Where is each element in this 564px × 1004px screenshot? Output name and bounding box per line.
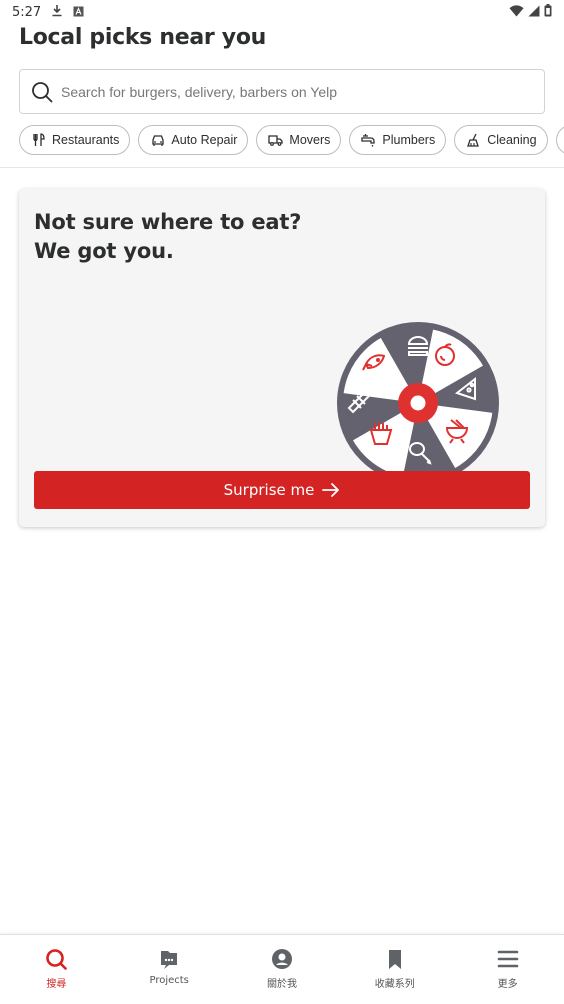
nav-label: 搜尋 [46,979,67,990]
battery-icon [544,4,552,20]
status-time: 5:27 [12,4,42,20]
chip-auto-repair[interactable]: Auto Repair [138,125,249,155]
search-box[interactable] [19,69,545,114]
nav-label: 更多 [497,979,518,990]
category-chips: Restaurants Auto Repair Movers Plumbers … [19,125,564,155]
chip-more[interactable]: 更 [555,125,564,155]
arrow-right-icon [322,481,340,499]
nav-search[interactable]: 搜尋 [0,935,113,1004]
projects-icon [157,947,181,971]
car-icon [150,133,165,148]
nav-label: 收藏系列 [374,979,415,990]
bottom-nav: 搜尋 Projects 關於我 收藏系列 更多 [0,934,564,1004]
search-icon [30,80,54,104]
bookmark-icon [383,947,407,971]
menu-icon [496,947,520,971]
chip-plumbers[interactable]: Plumbers [349,125,447,155]
chip-label: Restaurants [52,133,120,147]
truck-icon [268,133,284,148]
broom-icon [466,133,481,148]
signal-icon [528,5,540,20]
profile-icon [270,947,294,971]
nav-label: Projects [149,975,189,986]
surprise-me-button[interactable]: Surprise me [34,471,530,509]
header-divider [0,167,564,168]
card-title-line1: Not sure where to eat? [34,210,302,234]
status-bar: 5:27 [0,0,564,24]
card-title: Not sure where to eat? We got you. [34,208,301,266]
wifi-icon [509,4,524,20]
faucet-icon [361,133,376,148]
food-wheel [337,322,499,484]
chip-cleaning[interactable]: Cleaning [454,125,548,155]
nav-label: 關於我 [266,979,297,990]
fork-knife-icon [31,133,46,148]
nav-collections[interactable]: 收藏系列 [338,935,451,1004]
search-input[interactable] [61,83,521,100]
chip-label: Cleaning [487,133,537,147]
card-title-line2: We got you. [34,239,174,263]
a-letter-icon [73,5,84,20]
chip-restaurants[interactable]: Restaurants [19,125,131,155]
surprise-me-label: Surprise me [223,481,315,499]
surprise-card: Not sure where to eat? We got you. Surpr… [19,189,545,527]
download-icon [51,4,63,20]
search-icon [44,947,68,971]
chip-movers[interactable]: Movers [256,125,342,155]
chip-label: Auto Repair [171,133,238,147]
nav-about-me[interactable]: 關於我 [226,935,339,1004]
nav-projects[interactable]: Projects [113,935,226,1004]
chip-label: Plumbers [382,133,436,147]
page-title: Local picks near you [19,25,266,50]
chip-label: Movers [289,133,331,147]
nav-more[interactable]: 更多 [451,935,564,1004]
